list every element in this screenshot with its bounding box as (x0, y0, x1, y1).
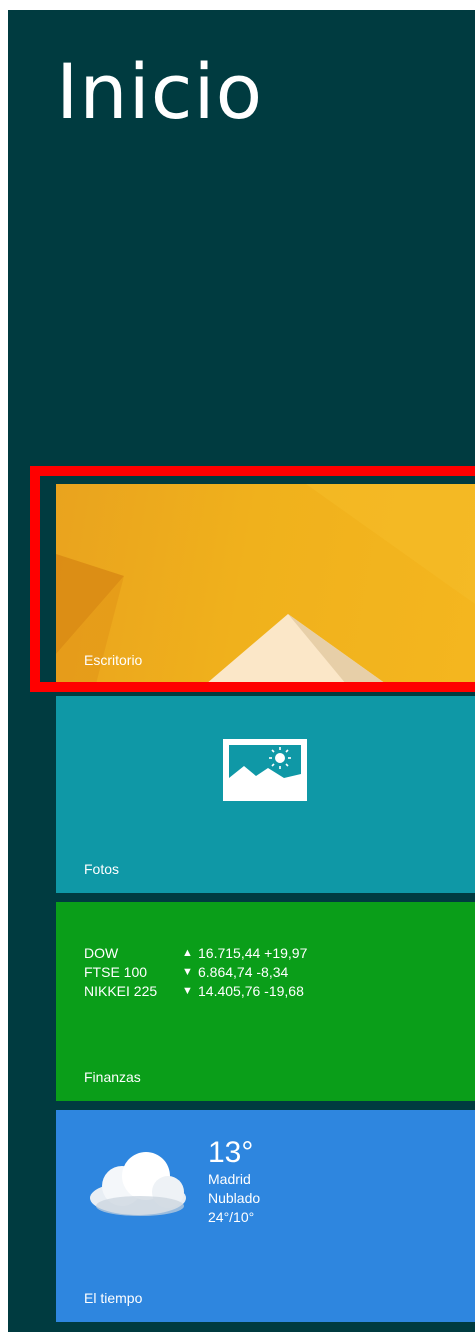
ticker-value: 16.715,44 +19,97 (198, 945, 308, 961)
weather-temperature: 13° (208, 1136, 254, 1169)
tile-label-finance: Finanzas (84, 1069, 141, 1085)
start-screen: Inicio Escritorio Fotos DOW ▲ 16.715,44 … (8, 10, 475, 1332)
tile-label-desktop: Escritorio (84, 652, 143, 668)
weather-high-low: 24°/10° (208, 1209, 255, 1225)
ticker-value: 6.864,74 -8,34 (198, 964, 289, 980)
ticker-name: FTSE 100 (84, 964, 148, 980)
photo-landscape-icon (223, 739, 307, 801)
arrow-down-icon: ▼ (182, 966, 193, 978)
arrow-down-icon: ▼ (182, 985, 193, 997)
weather-condition: Nublado (208, 1190, 261, 1206)
page-title: Inicio (56, 47, 264, 136)
weather-city: Madrid (208, 1171, 251, 1187)
tile-label-photos: Fotos (84, 861, 120, 877)
ticker-name: DOW (84, 945, 119, 961)
tile-finance[interactable]: DOW ▲ 16.715,44 +19,97 FTSE 100 ▼ 6.864,… (56, 902, 475, 1101)
ticker-value: 14.405,76 -19,68 (198, 983, 304, 999)
tile-weather[interactable]: 13° Madrid Nublado 24°/10° El tiempo (56, 1110, 475, 1322)
weather-info: 13° Madrid Nublado 24°/10° (208, 1136, 260, 1227)
stock-ticker-list: DOW ▲ 16.715,44 +19,97 FTSE 100 ▼ 6.864,… (84, 944, 307, 1001)
ticker-row: DOW ▲ 16.715,44 +19,97 (84, 944, 307, 963)
ticker-row: NIKKEI 225 ▼ 14.405,76 -19,68 (84, 982, 307, 1001)
tile-photos[interactable]: Fotos (56, 696, 475, 893)
cloud-icon (90, 1152, 186, 1216)
tile-label-weather: El tiempo (84, 1290, 143, 1306)
arrow-up-icon: ▲ (182, 947, 193, 959)
ticker-name: NIKKEI 225 (84, 983, 158, 999)
ticker-row: FTSE 100 ▼ 6.864,74 -8,34 (84, 963, 307, 982)
tile-desktop[interactable]: Escritorio (56, 484, 475, 684)
